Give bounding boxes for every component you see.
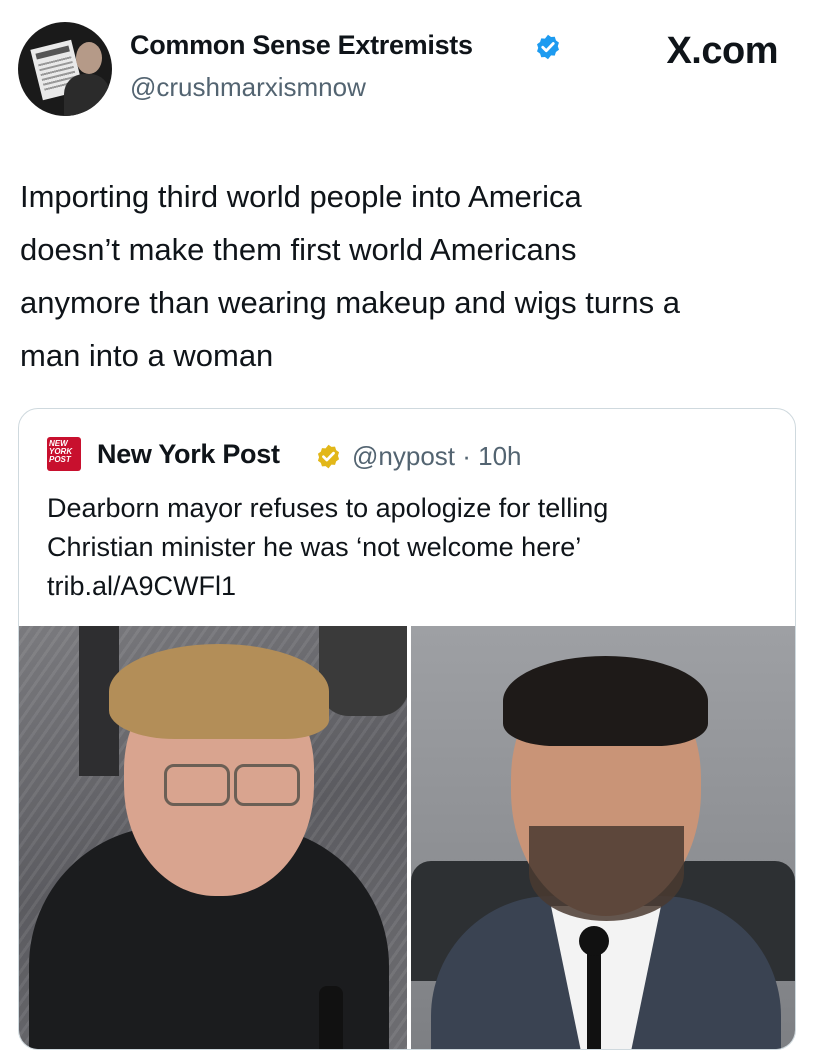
- person-face: [76, 42, 102, 74]
- quoted-text: Dearborn mayor refuses to apologize for …: [47, 489, 787, 606]
- person-hair-right: [503, 656, 708, 746]
- person-body: [64, 74, 110, 116]
- nypost-logo: NEW YORK POST: [47, 437, 81, 471]
- quoted-tweet[interactable]: NEW YORK POST New York Post @nypost · 10…: [18, 408, 796, 1050]
- tweet-line: Importing third world people into Americ…: [20, 179, 582, 214]
- quoted-line: Christian minister he was ‘not welcome h…: [47, 532, 582, 562]
- photo-left[interactable]: [19, 626, 407, 1049]
- tweet-line: anymore than wearing makeup and wigs tur…: [20, 285, 680, 320]
- beard: [529, 826, 684, 921]
- glasses-right-lens: [234, 764, 300, 806]
- quoted-author-name[interactable]: New York Post: [97, 439, 280, 470]
- quoted-link[interactable]: trib.al/A9CWFl1: [47, 567, 787, 606]
- background-figure: [319, 626, 407, 716]
- tweet-line: man into a woman: [20, 338, 274, 373]
- quoted-line: Dearborn mayor refuses to apologize for …: [47, 493, 609, 523]
- quoted-handle-time[interactable]: @nypost · 10h: [352, 441, 521, 472]
- author-name[interactable]: Common Sense Extremists: [130, 30, 473, 61]
- microphone-right: [579, 926, 609, 956]
- tweet-text: Importing third world people into Americ…: [20, 170, 800, 382]
- tweet-line: doesn’t make them first world Americans: [20, 232, 577, 267]
- microphone-left: [319, 986, 343, 1049]
- author-handle[interactable]: @crushmarxismnow: [130, 72, 366, 103]
- avatar[interactable]: [18, 22, 112, 116]
- gold-verified-badge-icon: [317, 444, 340, 469]
- glasses-left-lens: [164, 764, 230, 806]
- person-hair-left: [109, 644, 329, 739]
- photo-right[interactable]: [411, 626, 795, 1049]
- brand-watermark: X.com: [666, 30, 778, 72]
- verified-badge-icon: [537, 34, 559, 60]
